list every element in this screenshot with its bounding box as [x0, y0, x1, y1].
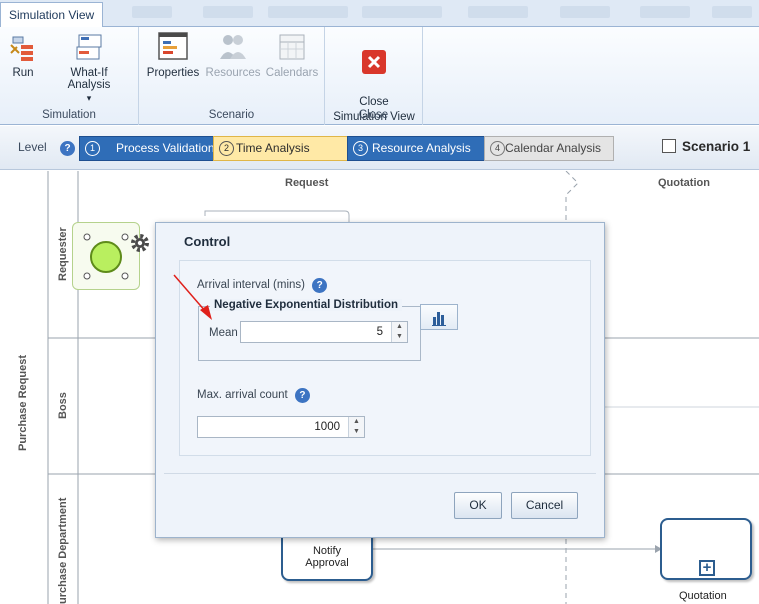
level-label-text: Level — [18, 140, 47, 154]
distribution-legend: Negative Exponential Distribution — [210, 299, 403, 311]
blurred-tab — [268, 6, 348, 18]
level-step-calendar-analysis[interactable]: 4 Calendar Analysis — [484, 136, 614, 161]
dialog-divider — [164, 473, 596, 474]
blurred-tab — [712, 6, 752, 18]
scenario-group: Properties Resources Calendars Scenario — [139, 27, 325, 125]
lane-label-requester: Requester — [57, 227, 69, 281]
max-arrival-text: Max. arrival count — [197, 389, 288, 401]
ribbon: Run What-If Analysis ▾ Simulation Proper… — [0, 27, 759, 125]
step-number-badge: 2 — [219, 141, 234, 156]
task-quotation[interactable]: + — [660, 518, 752, 580]
level-bar: Level ? 1 Process Validation 2 Time Anal… — [0, 126, 759, 170]
blurred-tab — [203, 6, 253, 18]
column-header-quotation: Quotation — [658, 177, 710, 189]
pool-label: Purchase Request — [17, 355, 29, 451]
scenario-indicator: Scenario 1 — [662, 139, 750, 154]
step-number-badge: 4 — [490, 141, 505, 156]
step-label: Process Validation — [116, 141, 215, 155]
resources-icon — [220, 35, 246, 59]
properties-label: Properties — [146, 67, 200, 79]
scenario-icon — [662, 139, 676, 153]
task-label: Notify Approval — [305, 545, 349, 569]
level-help-icon[interactable]: ? — [60, 141, 76, 156]
mean-value: 5 — [376, 326, 383, 338]
tab-simulation-view[interactable]: Simulation View — [0, 2, 104, 27]
lane-label-boss: Boss — [57, 392, 69, 419]
gear-icon[interactable] — [128, 231, 152, 255]
calendars-label: Calendars — [265, 67, 319, 79]
max-arrival-count-label: Max. arrival count ? — [197, 388, 310, 403]
level-step-resource-analysis[interactable]: 3 Resource Analysis — [347, 136, 487, 161]
column-header-request: Request — [285, 177, 329, 189]
dialog-title: Control — [184, 234, 231, 249]
chevron-down-icon: ▾ — [86, 93, 92, 103]
max-arrival-help-icon[interactable]: ? — [294, 388, 310, 403]
close-group: Close Simulation View Close — [325, 27, 423, 125]
annotation-arrow-icon — [173, 274, 212, 320]
group-title-scenario: Scenario — [208, 109, 255, 121]
calendars-icon — [279, 34, 305, 60]
spin-down-icon[interactable]: ▼ — [392, 332, 407, 342]
resources-label: Resources — [205, 67, 261, 79]
group-title-simulation: Simulation — [42, 109, 96, 121]
run-label: Run — [12, 67, 34, 79]
step-label: Time Analysis — [236, 141, 310, 155]
level-label: Level ? — [18, 140, 76, 156]
properties-button[interactable]: Properties — [144, 31, 202, 79]
blurred-tab — [362, 6, 442, 18]
spin-down-icon[interactable]: ▼ — [349, 427, 364, 437]
blurred-tab — [468, 6, 528, 18]
max-arrival-count-input[interactable]: 1000 ▲ ▼ — [197, 416, 365, 438]
step-label: Calendar Analysis — [505, 141, 602, 155]
step-number-badge: 3 — [353, 141, 368, 156]
scenario-name: Scenario 1 — [682, 139, 751, 154]
mean-input[interactable]: 5 ▲ ▼ — [240, 321, 408, 343]
close-icon — [362, 50, 386, 74]
resources-button[interactable]: Resources — [204, 31, 262, 79]
properties-icon — [158, 32, 188, 60]
distribution-chart-button[interactable] — [420, 304, 458, 330]
what-if-analysis-icon — [76, 34, 102, 60]
bar-chart-icon — [432, 312, 446, 326]
spin-up-icon[interactable]: ▲ — [349, 417, 364, 427]
group-title-close: Close — [358, 109, 389, 121]
mean-stepper[interactable]: ▲ ▼ — [391, 322, 407, 342]
level-step-process-validation[interactable]: 1 Process Validation — [79, 136, 216, 161]
subprocess-plus-icon[interactable]: + — [699, 560, 715, 576]
blurred-tab — [132, 6, 172, 18]
what-if-analysis-button[interactable]: What-If Analysis ▾ — [48, 31, 130, 104]
view-tab-strip: Simulation View — [0, 0, 759, 27]
ok-button[interactable]: OK — [454, 492, 502, 519]
calendars-button[interactable]: Calendars — [264, 31, 320, 79]
what-if-analysis-label: What-If Analysis — [67, 67, 111, 91]
spin-up-icon[interactable]: ▲ — [392, 322, 407, 332]
run-icon — [10, 36, 33, 61]
step-number-badge: 1 — [85, 141, 100, 156]
blurred-tab — [640, 6, 690, 18]
max-arrival-value: 1000 — [314, 421, 340, 433]
simulation-group: Run What-If Analysis ▾ Simulation — [0, 27, 139, 125]
cancel-button[interactable]: Cancel — [511, 492, 578, 519]
blurred-tab — [560, 6, 610, 18]
arrival-help-icon[interactable]: ? — [312, 278, 328, 293]
step-label: Resource Analysis — [372, 141, 471, 155]
lane-label-purchase-department: urchase Department — [57, 497, 69, 604]
control-dialog: Control OK Cancel — [155, 222, 605, 538]
max-arrival-stepper[interactable]: ▲ ▼ — [348, 417, 364, 437]
task-quotation-label: Quotation — [679, 590, 727, 602]
mean-label: Mean — [209, 327, 238, 339]
run-button[interactable]: Run — [5, 31, 41, 79]
level-step-time-analysis[interactable]: 2 Time Analysis — [213, 136, 350, 161]
